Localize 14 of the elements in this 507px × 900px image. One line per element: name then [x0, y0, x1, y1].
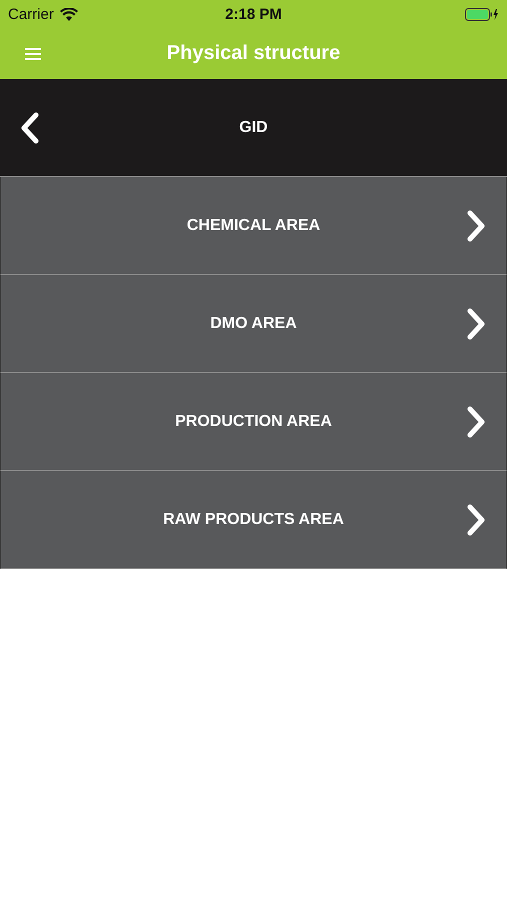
chevron-right-icon — [466, 406, 486, 438]
chevron-right-icon — [466, 308, 486, 340]
area-row[interactable]: CHEMICAL AREA — [0, 177, 507, 275]
area-row[interactable]: DMO AREA — [0, 275, 507, 373]
nav-title: Physical structure — [166, 42, 340, 65]
clock-time: 2:18 PM — [225, 6, 282, 22]
wifi-icon — [60, 8, 78, 20]
area-row[interactable]: RAW PRODUCTS AREA — [0, 471, 507, 569]
chevron-right-icon — [466, 504, 486, 536]
battery-icon — [465, 8, 499, 20]
carrier-label: Carrier — [8, 6, 54, 22]
area-row[interactable]: PRODUCTION AREA — [0, 373, 507, 471]
header-title: GID — [239, 118, 268, 136]
chevron-right-icon — [466, 210, 486, 242]
